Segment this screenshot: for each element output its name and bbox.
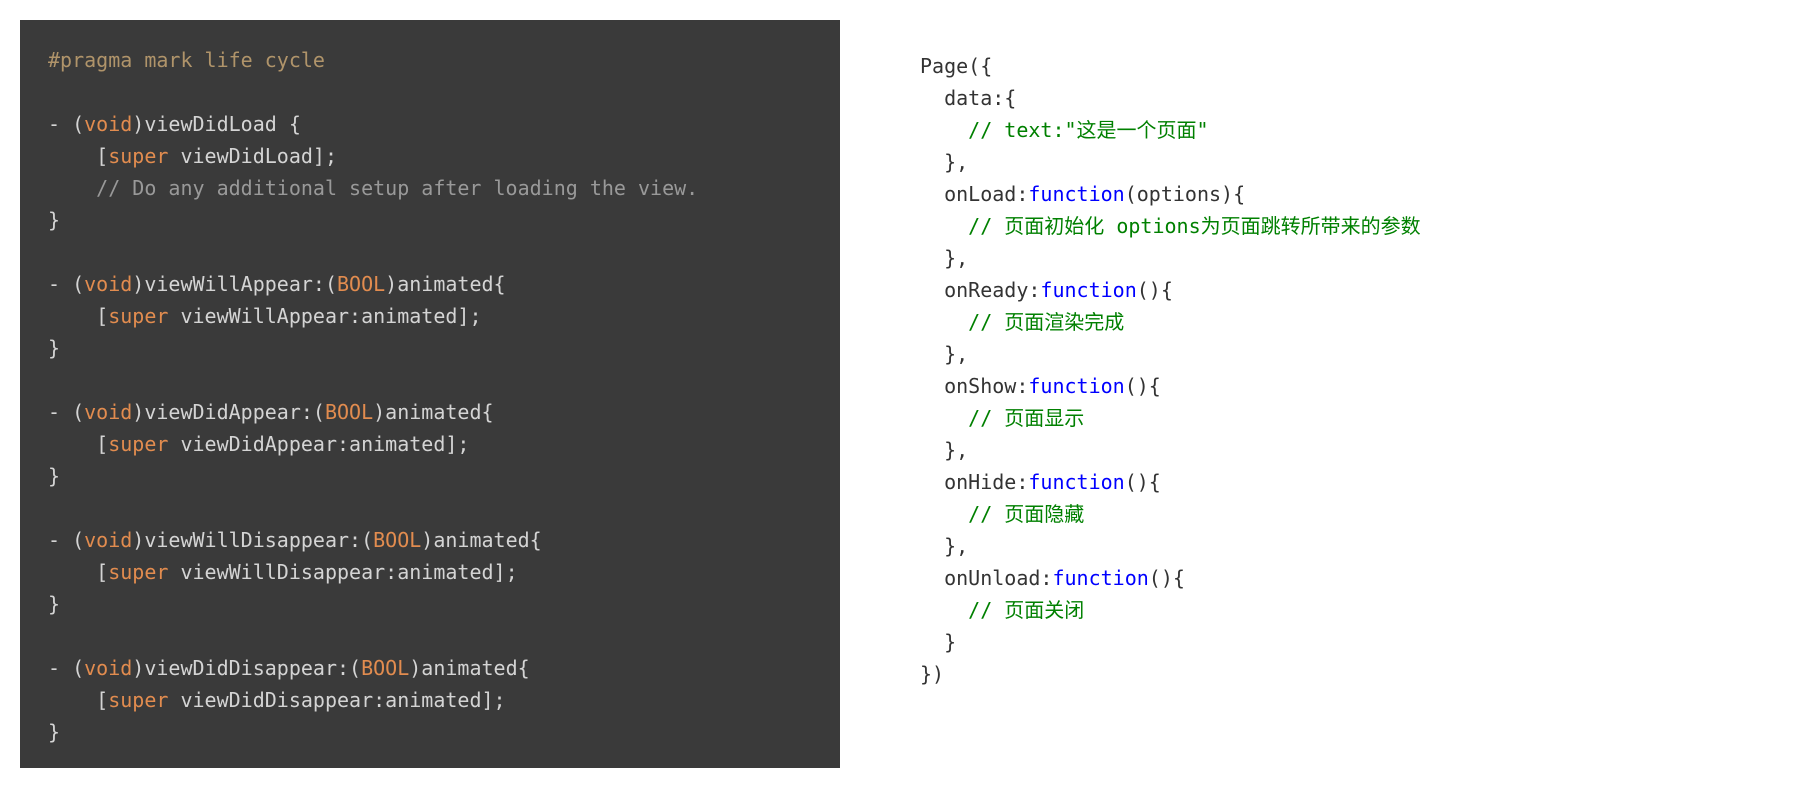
block-close: }, xyxy=(920,434,1421,466)
objc-code-panel: #pragma mark life cycle - (void)viewDidL… xyxy=(20,20,840,768)
onhide-line: onHide:function(){ xyxy=(920,466,1421,498)
method-signature: - (void)viewWillAppear:(BOOL)animated{ xyxy=(48,268,812,300)
block-close: }, xyxy=(920,338,1421,370)
data-open: data:{ xyxy=(920,82,1421,114)
onunload-line: onUnload:function(){ xyxy=(920,562,1421,594)
method-signature: - (void)viewWillDisappear:(BOOL)animated… xyxy=(48,524,812,556)
code-comment: // Do any additional setup after loading… xyxy=(48,172,812,204)
method-body: [super viewWillDisappear:animated]; xyxy=(48,556,812,588)
page-close: }) xyxy=(920,658,1421,690)
code-comment: // 页面显示 xyxy=(920,402,1421,434)
onload-line: onLoad:function(options){ xyxy=(920,178,1421,210)
data-close: }, xyxy=(920,146,1421,178)
js-code-panel: Page({ data:{ // text:"这是一个页面" }, onLoad… xyxy=(900,20,1441,768)
last-block-close: } xyxy=(920,626,1421,658)
method-body: [super viewDidLoad]; xyxy=(48,140,812,172)
method-close: } xyxy=(48,204,812,236)
method-signature: - (void)viewDidAppear:(BOOL)animated{ xyxy=(48,396,812,428)
block-close: }, xyxy=(920,530,1421,562)
method-signature: - (void)viewDidDisappear:(BOOL)animated{ xyxy=(48,652,812,684)
method-close: } xyxy=(48,588,812,620)
code-comment: // 页面关闭 xyxy=(920,594,1421,626)
method-close: } xyxy=(48,460,812,492)
code-comment: // 页面初始化 options为页面跳转所带来的参数 xyxy=(920,210,1421,242)
onshow-line: onShow:function(){ xyxy=(920,370,1421,402)
code-comment: // text:"这是一个页面" xyxy=(920,114,1421,146)
method-body: [super viewDidDisappear:animated]; xyxy=(48,684,812,716)
onready-line: onReady:function(){ xyxy=(920,274,1421,306)
method-close: } xyxy=(48,332,812,364)
code-comment: // 页面渲染完成 xyxy=(920,306,1421,338)
method-body: [super viewWillAppear:animated]; xyxy=(48,300,812,332)
pragma-directive: #pragma mark life cycle xyxy=(48,48,325,72)
method-signature: - (void)viewDidLoad { xyxy=(48,108,812,140)
block-close: }, xyxy=(920,242,1421,274)
page-open: Page({ xyxy=(920,50,1421,82)
code-comment: // 页面隐藏 xyxy=(920,498,1421,530)
method-close: } xyxy=(48,716,812,748)
method-body: [super viewDidAppear:animated]; xyxy=(48,428,812,460)
